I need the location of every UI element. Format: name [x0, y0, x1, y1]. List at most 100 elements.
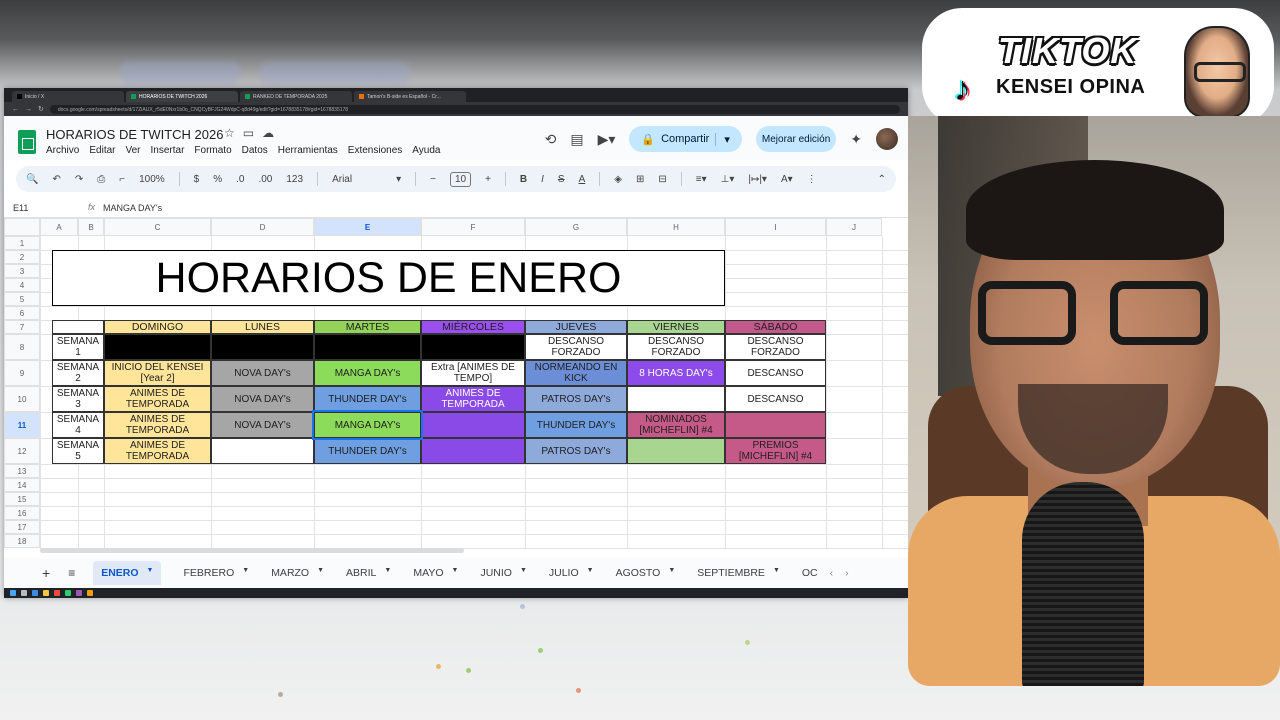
spreadsheet-grid[interactable]: A B C D E F G H I J 1 2 3 4 5 6 7 8 9 10 11 12 13 14 15 16 17 18 HOR… [4, 218, 908, 549]
avatar[interactable] [876, 128, 898, 150]
chevron-down-icon[interactable]: ▼ [317, 567, 324, 579]
schedule-cell[interactable]: NOVA DAY's [211, 386, 314, 412]
address-bar[interactable]: docs.google.com/spreadsheets/d/17ZiAUX_r… [49, 104, 900, 114]
menu-ayuda[interactable]: Ayuda [412, 145, 440, 156]
column-header-i[interactable]: I [725, 218, 826, 236]
row-header-11[interactable]: 11 [4, 412, 40, 438]
schedule-cell[interactable] [211, 334, 314, 360]
day-header-jueves[interactable]: JUEVES [525, 320, 627, 334]
merge-cells-icon[interactable]: ⊟ [658, 174, 666, 185]
schedule-cell[interactable]: ANIMES DE TEMPORADA [104, 438, 211, 464]
chevron-down-icon[interactable]: ▼ [773, 567, 780, 579]
horizontal-scrollbar[interactable] [40, 548, 464, 553]
chevron-left-icon[interactable]: ‹ [830, 567, 834, 579]
chevron-down-icon[interactable]: ▼ [668, 567, 675, 579]
day-header-domingo[interactable]: DOMINGO [104, 320, 211, 334]
strikethrough-button[interactable]: S [558, 174, 565, 185]
schedule-cell[interactable]: PATROS DAY's [525, 386, 627, 412]
row-header-4[interactable]: 4 [4, 278, 40, 292]
select-all-corner[interactable] [4, 218, 40, 236]
browser-tab[interactable]: RANKED DE TEMPORADA 2025 [240, 91, 352, 102]
font-select[interactable]: Arial [332, 174, 382, 185]
bold-button[interactable]: B [520, 174, 527, 185]
schedule-cell[interactable]: DESCANSO FORZADO [525, 334, 627, 360]
zoom-select[interactable]: 100% [139, 174, 165, 185]
schedule-cell[interactable] [421, 438, 525, 464]
row-header-5[interactable]: 5 [4, 292, 40, 306]
sheet-tab-mayo[interactable]: MAYO ▼ [413, 567, 458, 579]
row-header-15[interactable]: 15 [4, 492, 40, 506]
row-header-6[interactable]: 6 [4, 306, 40, 320]
share-dropdown-icon[interactable]: ▾ [715, 132, 730, 146]
row-header-9[interactable]: 9 [4, 360, 40, 386]
comment-icon[interactable]: ▤ [570, 131, 583, 148]
row-header-8[interactable]: 8 [4, 334, 40, 360]
taskbar-app-icon[interactable] [32, 590, 38, 596]
sheet-tab-oc[interactable]: OC [802, 567, 818, 579]
schedule-cell[interactable]: PREMIOS [MICHEFLIN] #4 [725, 438, 826, 464]
redo-icon[interactable]: ↷ [75, 174, 83, 185]
row-header-10[interactable]: 10 [4, 386, 40, 412]
row-header-13[interactable]: 13 [4, 464, 40, 478]
row-header-14[interactable]: 14 [4, 478, 40, 492]
schedule-cell[interactable]: ANIMES DE TEMPORADA [104, 386, 211, 412]
taskbar-app-icon[interactable] [54, 590, 60, 596]
schedule-cell[interactable]: DESCANSO [725, 360, 826, 386]
schedule-cell[interactable] [211, 438, 314, 464]
text-color-button[interactable]: A [579, 174, 586, 185]
currency-format-button[interactable]: $ [194, 174, 200, 185]
folder-icon[interactable]: ▭ [243, 126, 262, 140]
align-icon[interactable]: ≡▾ [696, 174, 707, 185]
cloud-icon[interactable]: ☁ [262, 126, 282, 140]
column-header-h[interactable]: H [627, 218, 725, 236]
row-header-2[interactable]: 2 [4, 250, 40, 264]
collapse-toolbar-icon[interactable]: ⌃ [878, 174, 886, 185]
chevron-down-icon[interactable]: ▼ [147, 567, 154, 579]
menu-extensiones[interactable]: Extensiones [348, 145, 402, 156]
history-icon[interactable]: ⟲ [545, 131, 557, 148]
column-header-c[interactable]: C [104, 218, 211, 236]
week-label[interactable]: SEMANA 2 [52, 360, 104, 386]
undo-icon[interactable]: ↶ [52, 174, 60, 185]
column-header-d[interactable]: D [211, 218, 314, 236]
borders-icon[interactable]: ⊞ [636, 174, 644, 185]
sheet-tab-abril[interactable]: ABRIL ▼ [346, 567, 391, 579]
schedule-cell[interactable]: MANGA DAY's [314, 360, 421, 386]
sheet-tab-febrero[interactable]: FEBRERO ▼ [183, 567, 249, 579]
text-wrap-icon[interactable]: |↦|▾ [748, 174, 767, 185]
day-header-miercoles[interactable]: MIÉRCOLES [421, 320, 525, 334]
menu-insertar[interactable]: Insertar [151, 145, 185, 156]
sheets-logo-icon[interactable] [18, 130, 36, 154]
schedule-cell[interactable]: MANGA DAY's [312, 410, 423, 440]
schedule-cell[interactable]: THUNDER DAY's [525, 412, 627, 438]
week-label[interactable]: SEMANA 4 [52, 412, 104, 438]
menu-formato[interactable]: Formato [194, 145, 231, 156]
column-header-g[interactable]: G [525, 218, 627, 236]
corner-cell[interactable] [52, 320, 104, 334]
column-header-f[interactable]: F [421, 218, 525, 236]
search-icon[interactable] [21, 590, 27, 596]
name-box[interactable]: E11 [13, 203, 28, 213]
week-label[interactable]: SEMANA 1 [52, 334, 104, 360]
sheet-tab-agosto[interactable]: AGOSTO ▼ [616, 567, 676, 579]
forward-icon[interactable]: → [25, 106, 32, 113]
vertical-align-icon[interactable]: ⊥▾ [721, 174, 735, 185]
share-button[interactable]: 🔒 Compartir ▾ [629, 126, 742, 152]
schedule-cell[interactable] [421, 412, 525, 438]
schedule-cell[interactable]: 8 HORAS DAY's [627, 360, 725, 386]
menu-datos[interactable]: Datos [242, 145, 268, 156]
video-call-icon[interactable]: ▶▾ [598, 131, 616, 148]
schedule-cell[interactable]: ANIMES DE TEMPORADA [421, 386, 525, 412]
schedule-cell[interactable]: Extra [ANIMES DE TEMPO] [421, 360, 525, 386]
print-icon[interactable]: ⎙ [97, 174, 105, 185]
schedule-cell[interactable]: DESCANSO FORZADO [627, 334, 725, 360]
increase-decimal-button[interactable]: .00 [258, 174, 272, 185]
schedule-cell[interactable]: NORMEANDO EN KICK [525, 360, 627, 386]
menu-ver[interactable]: Ver [125, 145, 140, 156]
sheet-tab-junio[interactable]: JUNIO ▼ [480, 567, 526, 579]
column-header-e[interactable]: E [314, 218, 421, 236]
schedule-cell[interactable] [725, 412, 826, 438]
chevron-right-icon[interactable]: › [845, 567, 849, 579]
font-size-input[interactable]: 10 [449, 171, 472, 187]
decrease-decimal-button[interactable]: .0 [236, 174, 244, 185]
